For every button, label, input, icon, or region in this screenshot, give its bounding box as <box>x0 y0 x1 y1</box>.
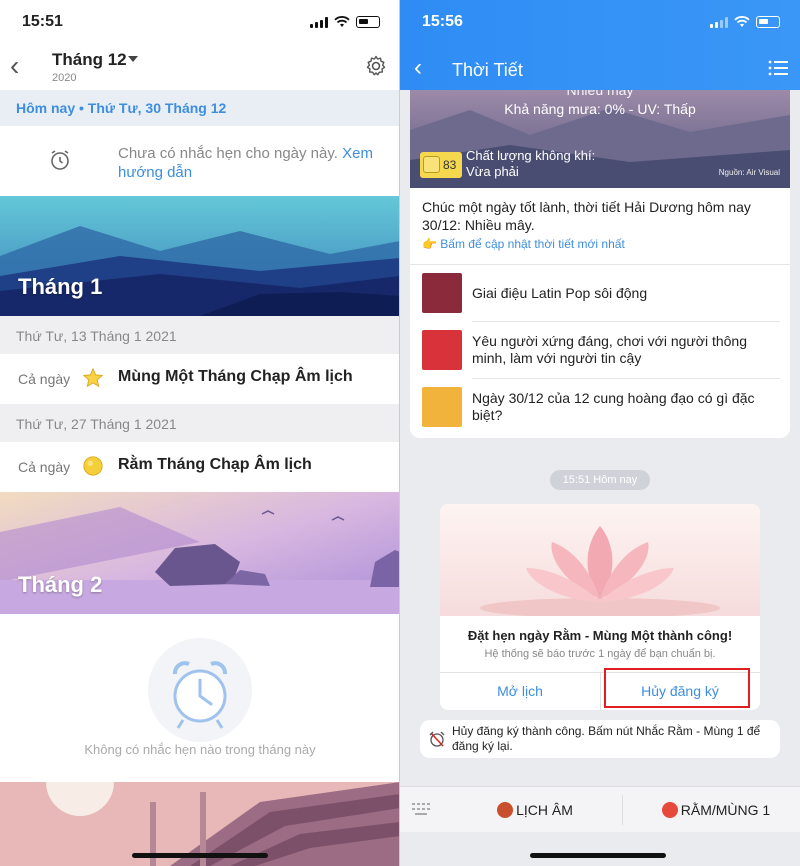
news-item[interactable]: Yêu người xứng đáng, chơi với người thôn… <box>410 322 790 378</box>
aqi-value: 83 <box>443 158 457 172</box>
calendar-screen: 15:51 ‹ Tháng 12 2020 Hôm nay • Thứ Tư, … <box>0 0 400 866</box>
page-title: Thời Tiết <box>452 60 523 80</box>
toast-message: Hủy đăng ký thành công. Bấm nút Nhắc Rằm… <box>452 724 761 753</box>
star-icon <box>82 367 104 388</box>
chevron-down-icon[interactable] <box>128 56 138 62</box>
keyboard-icon[interactable] <box>412 803 430 815</box>
news-title: Yêu người xứng đáng, chơi với người thôn… <box>472 333 747 366</box>
weather-card[interactable]: Nhiều mây Khả năng mưa: 0% - UV: Thấp 83… <box>410 90 790 438</box>
wifi-icon <box>334 16 350 27</box>
update-weather-link[interactable]: 👉 Bấm để cập nhật thời tiết mới nhất <box>422 237 625 251</box>
unsubscribe-toast: Hủy đăng ký thành công. Bấm nút Nhắc Rằm… <box>420 720 780 758</box>
month1-label: Tháng 1 <box>18 274 103 299</box>
home-indicator <box>530 853 666 858</box>
date-separator: Thứ Tư, 13 Tháng 1 2021 <box>0 316 400 356</box>
empty-state: Không có nhắc hẹn nào trong tháng này <box>0 614 400 782</box>
gear-icon[interactable] <box>364 54 388 78</box>
aqi-status: Vừa phải <box>466 164 519 179</box>
no-reminder-message: Chưa có nhắc hẹn cho ngày này. <box>118 145 338 162</box>
lunar-calendar-label: LỊCH ÂM <box>516 802 573 818</box>
divider <box>622 795 623 825</box>
event-row[interactable]: Cả ngày Rằm Tháng Chạp Âm lịch <box>0 442 400 492</box>
status-time: 15:56 <box>422 13 463 30</box>
aqi-badge: 83 <box>420 152 462 178</box>
month3-banner <box>0 782 400 866</box>
confirm-subtitle: Hệ thống sẽ báo trước 1 ngày để bạn chuẩ… <box>484 648 716 660</box>
aqi-face-icon <box>423 156 440 173</box>
event-title: Mùng Một Tháng Chạp Âm lịch <box>118 368 353 385</box>
month-selector[interactable]: Tháng 12 <box>52 50 127 70</box>
news-thumbnail <box>422 273 462 313</box>
status-bar: 15:56 <box>400 0 800 44</box>
allday-label: Cả ngày <box>18 371 71 387</box>
signal-icon <box>310 16 328 28</box>
lantern-icon <box>497 802 514 818</box>
back-icon[interactable]: ‹ <box>10 52 19 80</box>
no-reminder-row: Chưa có nhắc hẹn cho ngày này. Xem hướng… <box>0 126 400 196</box>
highlight-box <box>604 668 750 708</box>
weather-chat-screen: 15:56 ‹ Thời Tiết Nhiều mây Khả năng mưa… <box>400 0 800 866</box>
date-separator: Thứ Tư, 27 Tháng 1 2021 <box>0 404 400 444</box>
signal-icon <box>710 16 728 28</box>
weather-condition: Nhiều mây <box>566 90 634 98</box>
news-title: Giai điệu Latin Pop sôi động <box>472 285 648 301</box>
chat-header: 15:56 ‹ Thời Tiết <box>400 0 800 90</box>
news-thumbnail <box>422 330 462 370</box>
calendar-header: ‹ Tháng 12 2020 <box>0 44 400 90</box>
weather-detail: Khả năng mưa: 0% - UV: Thấp <box>504 101 696 117</box>
list-menu-icon[interactable] <box>768 60 788 76</box>
alarm-clock-icon <box>661 802 678 818</box>
aqi-source: Nguồn: Air Visual <box>718 168 780 177</box>
weather-greeting: Chúc một ngày tốt lành, thời tiết Hải Dư… <box>422 199 751 233</box>
full-moon-reminder-label: RẰM/MÙNG 1 <box>680 802 771 818</box>
month2-label: Tháng 2 <box>18 572 103 597</box>
wifi-icon <box>734 16 750 27</box>
news-thumbnail <box>422 387 462 427</box>
news-item[interactable]: Ngày 30/12 của 12 cung hoàng đạo có gì đ… <box>410 379 790 435</box>
status-time: 15:51 <box>22 13 63 30</box>
year-label: 2020 <box>52 72 77 84</box>
moon-icon <box>83 456 103 476</box>
aqi-label: Chất lượng không khí: <box>466 148 596 163</box>
lunar-calendar-button[interactable]: LỊCH ÂM <box>460 787 610 833</box>
news-title: Ngày 30/12 của 12 cung hoàng đạo có gì đ… <box>472 390 755 423</box>
month2-banner: Tháng 2 <box>0 492 400 614</box>
battery-icon <box>756 16 780 28</box>
bottom-action-bar: LỊCH ÂM RẰM/MÙNG 1 <box>400 786 800 832</box>
empty-state-text: Không có nhắc hẹn nào trong tháng này <box>84 742 316 757</box>
allday-label: Cả ngày <box>18 459 71 475</box>
confirm-title: Đặt hẹn ngày Rằm - Mùng Một thành công! <box>467 628 733 643</box>
home-indicator <box>132 853 268 858</box>
status-bar: 15:51 <box>0 0 400 44</box>
weather-image: Nhiều mây Khả năng mưa: 0% - UV: Thấp 83… <box>410 90 790 188</box>
news-item[interactable]: Giai điệu Latin Pop sôi động <box>410 265 790 321</box>
battery-icon <box>356 16 380 28</box>
today-bar[interactable]: Hôm nay • Thứ Tư, 30 Tháng 12 <box>0 90 400 126</box>
alarm-clock-icon <box>51 150 69 170</box>
lotus-illustration <box>440 504 760 616</box>
event-title: Rằm Tháng Chạp Âm lịch <box>118 456 312 473</box>
lotus-image <box>440 504 760 616</box>
no-reminder-text: Chưa có nhắc hẹn cho ngày này. Xem hướng… <box>118 144 388 182</box>
month1-banner: Tháng 1 <box>0 196 400 316</box>
back-icon[interactable]: ‹ <box>414 56 422 80</box>
timestamp-chip: 15:51 Hôm nay <box>550 470 650 490</box>
event-row[interactable]: Cả ngày Mùng Một Tháng Chạp Âm lịch <box>0 354 400 404</box>
open-calendar-button[interactable]: Mở lịch <box>440 672 600 710</box>
alarm-clock-icon <box>173 661 227 729</box>
full-moon-reminder-button[interactable]: RẰM/MÙNG 1 <box>632 787 800 833</box>
alarm-off-icon <box>429 731 445 747</box>
